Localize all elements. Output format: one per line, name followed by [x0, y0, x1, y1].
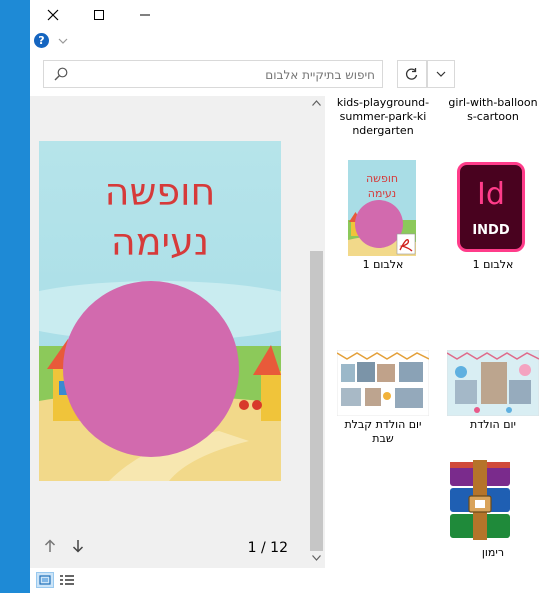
file-item-image[interactable]: יום הולדת	[443, 348, 543, 456]
large-icons-view-icon	[39, 575, 51, 585]
file-list: kids-playground- summer-park-ki ndergart…	[325, 96, 547, 568]
file-item-archive[interactable]: רימון	[443, 458, 543, 566]
close-button[interactable]	[30, 0, 76, 30]
large-icons-view-button[interactable]	[36, 572, 54, 588]
minimize-button[interactable]	[122, 0, 168, 30]
file-item-image[interactable]: יום הולדת קבלת שבת	[333, 348, 433, 456]
preview-title-line2: נעימה	[111, 220, 209, 264]
page-indicator: 1 / 12	[247, 540, 288, 556]
title-bar	[30, 0, 547, 30]
address-dropdown-button[interactable]	[427, 60, 455, 88]
chevron-down-icon	[436, 71, 446, 77]
file-name-line: שבת	[372, 432, 394, 445]
file-item[interactable]: kids-playground- summer-park-ki ndergart…	[333, 96, 433, 140]
file-name-line: girl-with-balloon	[448, 96, 538, 109]
status-bar	[30, 568, 547, 593]
refresh-icon	[405, 68, 418, 80]
file-name: יום הולדת	[470, 418, 516, 431]
image-thumbnail	[447, 350, 539, 416]
chevron-down-icon[interactable]	[58, 37, 68, 45]
preview-navigation: 1 / 12	[30, 526, 308, 568]
address-row	[30, 54, 547, 96]
winrar-archive-icon	[450, 460, 510, 540]
file-name: רימון	[481, 546, 505, 559]
search-icon	[54, 67, 68, 81]
search-box[interactable]	[43, 60, 383, 88]
maximize-icon	[93, 9, 104, 20]
file-name-line: kids-playground-	[336, 96, 430, 109]
indesign-icon: Id INDD	[457, 162, 525, 252]
scroll-down-icon[interactable]	[312, 555, 321, 561]
arrow-up-icon[interactable]	[44, 539, 56, 553]
file-item[interactable]: girl-with-balloon s-cartoon	[443, 96, 543, 126]
file-name: אלבום 1	[472, 258, 514, 271]
file-name: אלבום 1	[362, 258, 404, 271]
file-list-scrollbar[interactable]	[308, 96, 325, 568]
arrow-down-icon[interactable]	[72, 539, 84, 553]
file-list-scroll-thumb[interactable]	[310, 251, 323, 551]
file-name-line: ndergarten	[352, 124, 414, 137]
preview-pane: חופשה נעימה 1 / 12	[30, 96, 334, 568]
details-view-button[interactable]	[58, 572, 76, 588]
file-name-line: summer-park-ki	[339, 110, 427, 123]
svg-text:חופשה: חופשה	[366, 172, 398, 185]
close-icon	[47, 9, 59, 21]
command-bar: ?	[30, 30, 547, 54]
help-icon[interactable]: ?	[34, 33, 49, 48]
file-item-indd[interactable]: Id INDD אלבום 1	[443, 158, 543, 274]
pdf-thumbnail: חופשה נעימה	[348, 160, 416, 256]
preview-title-line1: חופשה	[105, 170, 216, 214]
pink-circle	[63, 281, 239, 457]
details-view-icon	[60, 575, 74, 585]
file-name-line: s-cartoon	[467, 110, 519, 123]
scroll-up-icon[interactable]	[312, 100, 321, 106]
minimize-icon	[140, 14, 150, 16]
preview-image: חופשה נעימה	[39, 141, 281, 481]
search-input[interactable]	[78, 64, 377, 86]
file-item-pdf[interactable]: חופשה נעימה אלבום 1	[333, 158, 433, 274]
image-thumbnail	[337, 350, 429, 416]
window-left-edge	[0, 0, 30, 593]
svg-text:נעימה: נעימה	[368, 187, 396, 200]
refresh-button[interactable]	[397, 60, 427, 88]
file-name-line: יום הולדת קבלת	[344, 418, 422, 431]
maximize-button[interactable]	[76, 0, 122, 30]
